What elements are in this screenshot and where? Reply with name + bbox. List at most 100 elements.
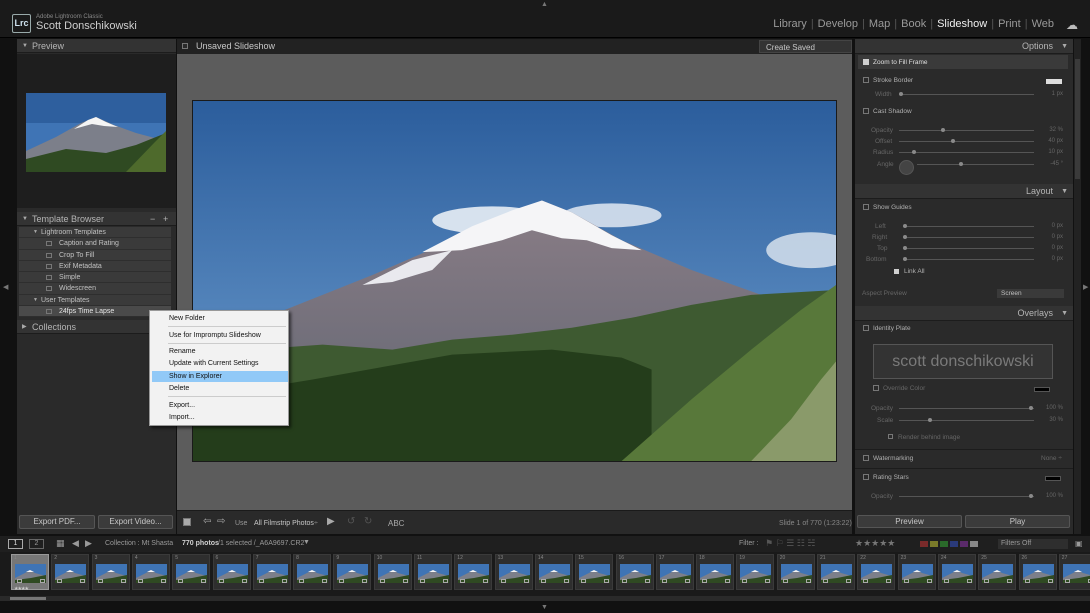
filmstrip-thumbnail[interactable]: 15 xyxy=(575,554,614,590)
forward-arrow-icon[interactable]: ▶ xyxy=(85,538,92,549)
create-saved-slideshow-button[interactable]: Create Saved Slideshow xyxy=(759,40,852,65)
identity-plate-checkbox[interactable] xyxy=(863,325,869,331)
options-header[interactable]: Options ▼ xyxy=(855,39,1073,54)
rating-opacity-knob[interactable] xyxy=(1029,494,1033,498)
bottom-guide-slider[interactable] xyxy=(903,259,1034,260)
gray-label-filter[interactable] xyxy=(970,541,978,547)
top-guide-slider[interactable] xyxy=(903,248,1034,249)
module-web[interactable]: Web xyxy=(1028,18,1058,30)
module-book[interactable]: Book xyxy=(897,18,930,30)
zoom-to-fill-checkbox[interactable] xyxy=(863,59,869,65)
template-item[interactable]: Widescreen xyxy=(19,283,171,295)
filmstrip-thumbnail[interactable]: 14 xyxy=(534,554,573,590)
play-icon[interactable]: ▶ xyxy=(327,516,335,527)
right-guide-knob[interactable] xyxy=(903,235,907,239)
filmstrip-thumbnail[interactable]: 9 xyxy=(333,554,372,590)
filmstrip-thumbnail[interactable]: 20 xyxy=(776,554,815,590)
link-all-checkbox[interactable] xyxy=(894,269,899,274)
filmstrip-thumbnail[interactable]: 18 xyxy=(696,554,735,590)
stroke-color-swatch[interactable] xyxy=(1046,79,1062,84)
filmstrip-thumbnail[interactable]: 16 xyxy=(615,554,654,590)
add-text-button[interactable]: ABC xyxy=(388,519,404,528)
menu-item-update-settings[interactable]: Update with Current Settings xyxy=(152,358,288,369)
purple-label-filter[interactable] xyxy=(960,541,968,547)
menu-item-rename[interactable]: Rename xyxy=(152,346,288,357)
use-source-select[interactable]: All Filmstrip Photos xyxy=(254,520,314,527)
rating-stars-checkbox[interactable] xyxy=(863,474,869,480)
radius-slider-knob[interactable] xyxy=(912,150,916,154)
template-item[interactable]: Crop To Fill xyxy=(19,249,171,261)
filmstrip-thumbnail[interactable]: 7 xyxy=(252,554,291,590)
menu-item-import[interactable]: Import... xyxy=(152,412,288,423)
flag-filter-icons[interactable]: ⚑ ⚐ ☰ ☷ ☵ xyxy=(765,538,815,549)
module-map[interactable]: Map xyxy=(865,18,894,30)
filters-select[interactable]: Filters Off xyxy=(998,539,1068,549)
module-library[interactable]: Library xyxy=(769,18,811,30)
filmstrip-thumbnail[interactable]: 25 xyxy=(978,554,1017,590)
template-item[interactable]: Exif Metadata xyxy=(19,260,171,273)
overlay-opacity-slider[interactable] xyxy=(899,408,1034,409)
filmstrip-thumbnail[interactable]: 3 xyxy=(91,554,130,590)
source-dropdown-icon[interactable]: ▼ xyxy=(303,539,310,546)
filmstrip-thumbnail[interactable]: 5 xyxy=(172,554,211,590)
show-guides-checkbox[interactable] xyxy=(863,204,869,210)
export-video-button[interactable]: Export Video... xyxy=(98,515,173,529)
menu-item-delete[interactable]: Delete xyxy=(152,383,288,394)
right-guide-slider[interactable] xyxy=(903,237,1034,238)
secondary-window-button[interactable]: 2 xyxy=(29,539,44,549)
overlay-opacity-knob[interactable] xyxy=(1029,406,1033,410)
filmstrip-thumbnail[interactable]: 22 xyxy=(857,554,896,590)
cloud-sync-icon[interactable]: ☁ xyxy=(1066,18,1078,32)
offset-slider[interactable] xyxy=(899,141,1034,142)
angle-dial[interactable] xyxy=(899,160,914,175)
red-label-filter[interactable] xyxy=(920,541,928,547)
cast-shadow-checkbox[interactable] xyxy=(863,108,869,114)
left-panel-toggle-icon[interactable]: ◀ xyxy=(3,283,8,291)
template-item[interactable]: Caption and Rating xyxy=(19,238,171,250)
identity-plate-preview[interactable]: scott donschikowski xyxy=(873,344,1053,379)
rotate-right-icon[interactable]: ↻ xyxy=(364,516,372,527)
width-slider[interactable] xyxy=(899,94,1034,95)
play-button[interactable]: Play xyxy=(965,515,1070,528)
previous-slide-icon[interactable]: ⇦ xyxy=(203,516,211,527)
export-pdf-button[interactable]: Export PDF... xyxy=(19,515,95,529)
preview-panel-header[interactable]: ▼ Preview xyxy=(17,39,176,53)
watermark-select[interactable]: None ÷ xyxy=(1041,455,1062,462)
filmstrip-thumbnail[interactable]: 23 xyxy=(897,554,936,590)
menu-item-show-in-explorer[interactable]: Show in Explorer xyxy=(152,371,288,382)
overlays-header[interactable]: Overlays ▼ xyxy=(855,306,1073,321)
filmstrip-thumbnail[interactable]: 26 xyxy=(1018,554,1057,590)
filmstrip-thumbnail[interactable]: 4 xyxy=(131,554,170,590)
filmstrip-thumbnail[interactable]: 11 xyxy=(414,554,452,590)
menu-item-use-impromptu[interactable]: Use for Impromptu Slideshow xyxy=(152,330,288,341)
remove-template-button[interactable]: − xyxy=(150,212,155,226)
opacity-slider-knob[interactable] xyxy=(941,128,945,132)
scale-slider-knob[interactable] xyxy=(928,418,932,422)
filmstrip-thumbnail[interactable]: 27 xyxy=(1058,554,1090,590)
filmstrip-thumbnail[interactable]: 6 xyxy=(212,554,251,590)
template-item[interactable]: Simple xyxy=(19,272,171,284)
filmstrip-thumbnail[interactable]: 1 xyxy=(11,554,49,590)
preview-button[interactable]: Preview xyxy=(857,515,962,528)
source-label[interactable]: Collection : Mt Shasta xyxy=(105,540,173,547)
next-slide-icon[interactable]: ⇨ xyxy=(217,516,225,527)
filmstrip-scrollbar[interactable] xyxy=(0,596,1090,601)
menu-item-export[interactable]: Export... xyxy=(152,400,288,411)
right-panel-scrollbar[interactable] xyxy=(1074,39,1081,534)
bottom-panel-toggle-icon[interactable]: ▼ xyxy=(541,604,548,611)
override-color-swatch[interactable] xyxy=(1034,387,1050,392)
blue-label-filter[interactable] xyxy=(950,541,958,547)
filmstrip-thumbnail[interactable]: 13 xyxy=(494,554,533,590)
angle-slider-knob[interactable] xyxy=(959,162,963,166)
angle-slider[interactable] xyxy=(917,164,1034,165)
aspect-preview-select[interactable]: Screen xyxy=(997,289,1064,298)
override-color-checkbox[interactable] xyxy=(873,385,879,391)
filmstrip-thumbnail[interactable]: 2 xyxy=(51,554,90,590)
rating-stars-color-swatch[interactable] xyxy=(1045,476,1061,481)
module-develop[interactable]: Develop xyxy=(814,18,862,30)
right-panel-toggle-icon[interactable]: ▶ xyxy=(1083,283,1088,291)
folder-user-templates[interactable]: ▼ User Templates xyxy=(19,294,171,307)
filmstrip-thumbnail[interactable]: 21 xyxy=(817,554,855,590)
offset-slider-knob[interactable] xyxy=(951,139,955,143)
stroke-border-checkbox[interactable] xyxy=(863,77,869,83)
